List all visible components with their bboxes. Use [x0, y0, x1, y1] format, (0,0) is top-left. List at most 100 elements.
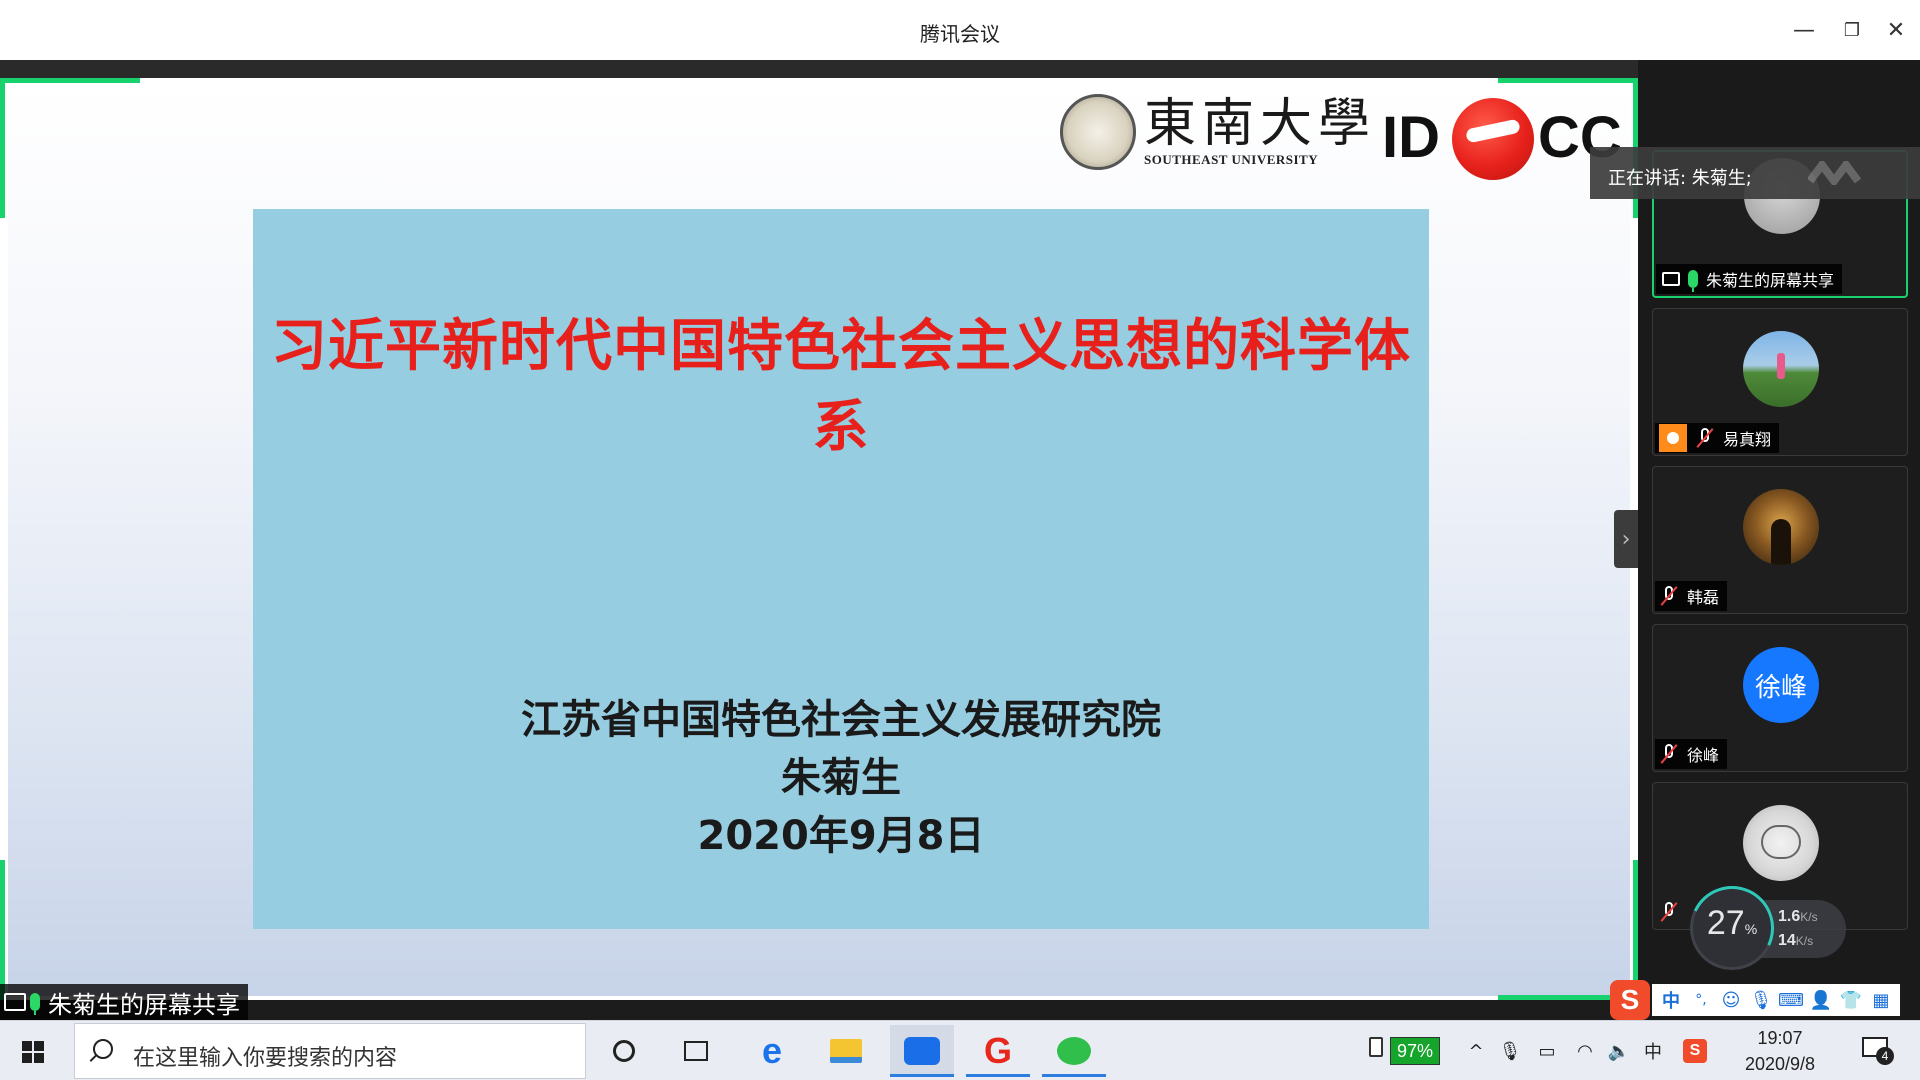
search-placeholder: 在这里输入你要搜索的内容 — [133, 1046, 398, 1071]
user-icon[interactable]: 👤 — [1808, 987, 1834, 1013]
screen-share-icon — [1660, 268, 1682, 290]
edge-button[interactable]: e — [740, 1025, 804, 1077]
windows-logo-icon — [22, 1041, 32, 1051]
mic-muted-icon — [1659, 901, 1679, 923]
participant-tile[interactable]: 韩磊 — [1652, 466, 1908, 614]
sidebar-collapse-button[interactable]: › — [1614, 510, 1638, 568]
avatar: 徐峰 — [1743, 647, 1819, 723]
participant-name: 易真翔 — [1723, 430, 1772, 449]
sogou-logo-icon[interactable]: S — [1610, 980, 1650, 1020]
mic-muted-icon — [1659, 585, 1679, 607]
close-button[interactable]: ✕ — [1880, 14, 1912, 46]
university-name-cn: 東南大學 — [1144, 94, 1377, 154]
sogou-tray-icon[interactable]: S — [1678, 1021, 1712, 1080]
title-bar: 腾讯会议 — ❐ ✕ — [0, 0, 1920, 60]
screen-share-label: 朱菊生的屏幕共享 — [0, 984, 248, 1020]
screen: 腾讯会议 — ❐ ✕ 東南大學 SOUTHEAST UNIVERSITY ID … — [0, 0, 1920, 1080]
ime-toolbar: S 中 °, ☺ 🎙 ⌨ 👤 👕 ▦ — [1610, 980, 1920, 1020]
file-explorer-icon — [830, 1039, 862, 1063]
idcc-logo-left: ID — [1382, 105, 1440, 170]
cpu-unit: % — [1744, 921, 1758, 937]
keyboard-icon[interactable]: ⌨ — [1778, 987, 1804, 1013]
university-seal-icon — [1060, 94, 1136, 170]
screen-share-view[interactable]: 東南大學 SOUTHEAST UNIVERSITY ID CC 习近平新时代中国… — [0, 78, 1638, 1000]
avatar — [1743, 805, 1819, 881]
action-center-button[interactable]: 4 — [1862, 1035, 1894, 1065]
meeting-area: 東南大學 SOUTHEAST UNIVERSITY ID CC 习近平新时代中国… — [0, 60, 1920, 1020]
participant-nametag: 易真翔 — [1655, 423, 1780, 453]
presentation-slide: 東南大學 SOUTHEAST UNIVERSITY ID CC 习近平新时代中国… — [8, 84, 1630, 996]
language-indicator[interactable]: 中 — [1638, 1021, 1668, 1080]
upload-value: 1.6 — [1778, 908, 1801, 925]
participant-nametag: 朱菊生的屏幕共享 — [1656, 264, 1843, 294]
file-explorer-button[interactable] — [814, 1025, 878, 1077]
cpu-value: 27 — [1706, 904, 1745, 942]
browser-g-button[interactable]: G — [966, 1025, 1030, 1077]
ime-mode-toggle[interactable]: 中 — [1658, 987, 1684, 1013]
avatar-text: 徐峰 — [1754, 672, 1807, 703]
download-rate: ↓ 14K/s — [1760, 932, 1814, 950]
tencent-meeting-icon — [904, 1037, 940, 1065]
chevron-right-icon: › — [1621, 526, 1631, 552]
clock-time: 19:07 — [1757, 1028, 1803, 1048]
power-plug-icon — [1366, 1037, 1386, 1065]
slide-content-panel: 习近平新时代中国特色社会主义思想的科学体系 江苏省中国特色社会主义发展研究院 朱… — [253, 209, 1429, 929]
shirt-icon[interactable]: 👕 — [1838, 987, 1864, 1013]
wifi-icon[interactable]: ◠ — [1570, 1021, 1600, 1080]
clock-date: 2020/9/8 — [1744, 1054, 1816, 1074]
screen-share-icon — [4, 993, 26, 1011]
mic-muted-icon — [1659, 743, 1679, 765]
battery-indicator[interactable]: 97% — [1366, 1035, 1454, 1067]
slide-title: 习近平新时代中国特色社会主义思想的科学体系 — [271, 314, 1411, 460]
idcc-logo: ID CC — [1382, 94, 1622, 184]
grid-icon[interactable]: ▦ — [1868, 987, 1894, 1013]
speaking-text: 正在讲话: 朱菊生; — [1608, 168, 1752, 189]
task-view-button[interactable] — [664, 1025, 728, 1077]
restore-icon: ❐ — [1843, 19, 1861, 41]
participant-name: 徐峰 — [1687, 746, 1720, 765]
participant-nametag: 徐峰 — [1655, 739, 1728, 769]
share-label-text: 朱菊生的屏幕共享 — [48, 990, 240, 1019]
slide-author: 朱菊生 — [781, 755, 901, 801]
battery-percent: 97% — [1390, 1037, 1441, 1065]
participant-name: 朱菊生的屏幕共享 — [1706, 271, 1835, 290]
share-border-corner — [1498, 78, 1638, 83]
share-border-corner — [0, 860, 5, 1000]
download-unit: K/s — [1795, 934, 1814, 948]
tencent-meeting-button[interactable] — [890, 1025, 954, 1077]
participant-tile[interactable]: 徐峰 徐峰 — [1652, 624, 1908, 772]
cpu-percent: 27% — [1690, 904, 1774, 943]
avatar — [1743, 489, 1819, 565]
share-top-strip — [0, 60, 1638, 78]
close-icon: ✕ — [1886, 17, 1906, 43]
southeast-university-logo: 東南大學 SOUTHEAST UNIVERSITY — [1060, 94, 1376, 170]
participant-name: 韩磊 — [1687, 588, 1720, 607]
mic-muted-icon — [1695, 427, 1715, 449]
network-monitor-widget[interactable]: ↑ 1.6K/s ↓ 14K/s 27% — [1678, 874, 1860, 982]
search-icon — [93, 1039, 113, 1059]
share-border-corner — [0, 78, 140, 83]
system-clock[interactable]: 19:07 2020/9/8 — [1720, 1025, 1840, 1077]
mic-icon[interactable]: 🎙 — [1748, 987, 1774, 1013]
wechat-button[interactable] — [1042, 1025, 1106, 1077]
minimize-button[interactable]: — — [1788, 14, 1820, 46]
mic-on-icon — [30, 993, 40, 1015]
speaking-indicator: 正在讲话: 朱菊生; — [1590, 147, 1920, 199]
download-value: 14 — [1778, 932, 1796, 949]
start-button[interactable] — [14, 1035, 58, 1067]
show-hidden-icons-button[interactable]: ^ — [1462, 1021, 1490, 1080]
participant-tile[interactable]: 易真翔 — [1652, 308, 1908, 456]
cortana-button[interactable] — [592, 1025, 656, 1077]
battery-tray-icon[interactable]: ▭ — [1530, 1021, 1564, 1080]
window-title: 腾讯会议 — [920, 22, 1000, 46]
upload-unit: K/s — [1800, 910, 1818, 924]
audio-wave-icon — [1808, 161, 1862, 185]
taskbar-search-box[interactable]: 在这里输入你要搜索的内容 — [74, 1023, 586, 1079]
volume-icon[interactable]: 🔈 — [1604, 1021, 1634, 1080]
punctuation-toggle[interactable]: °, — [1688, 987, 1714, 1013]
maximize-button[interactable]: ❐ — [1836, 14, 1868, 46]
mic-tray-icon[interactable]: 🎙 — [1496, 1021, 1524, 1080]
emoji-icon[interactable]: ☺ — [1718, 987, 1744, 1013]
participant-nametag: 韩磊 — [1655, 581, 1728, 611]
upload-rate: ↑ 1.6K/s — [1760, 908, 1818, 926]
